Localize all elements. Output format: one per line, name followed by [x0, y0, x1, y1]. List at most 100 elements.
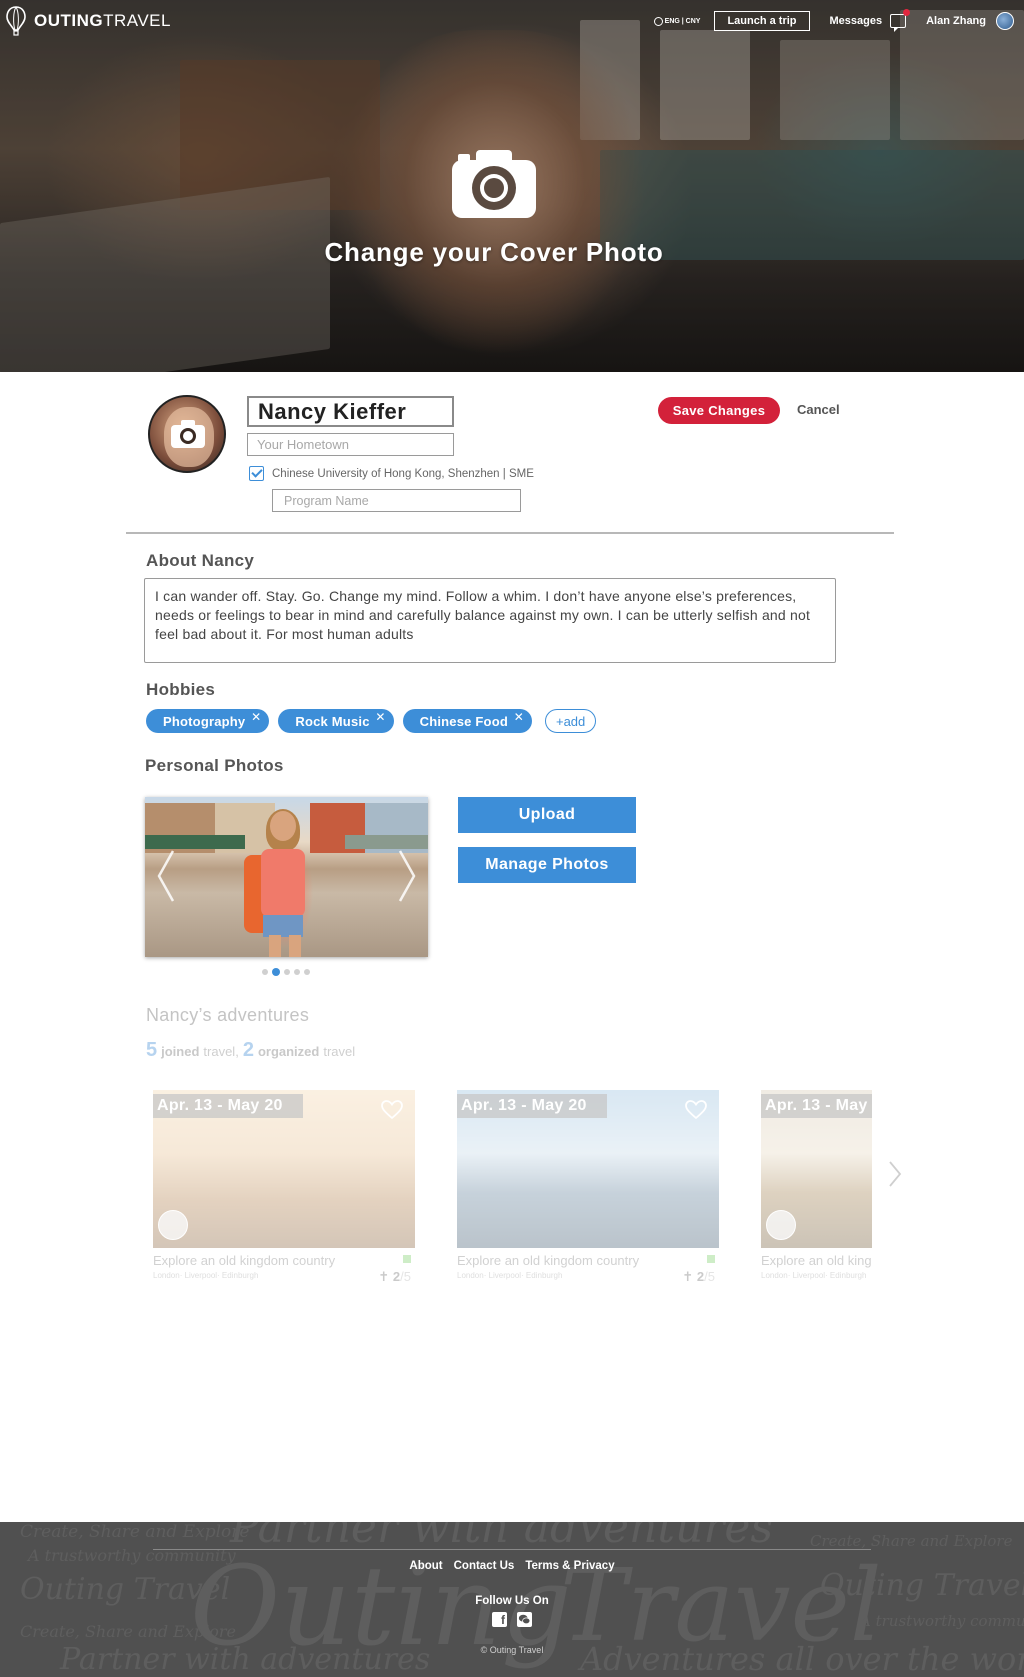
messages-link[interactable]: Messages [830, 15, 883, 27]
launch-trip-button[interactable]: Launch a trip [714, 11, 810, 31]
footer-divider [153, 1549, 871, 1550]
heart-icon[interactable] [381, 1100, 403, 1120]
joined-count: 5 [146, 1039, 158, 1061]
organized-suffix: travel [323, 1044, 356, 1059]
footer: Create, Share and Explore A trustworthy … [0, 1522, 1024, 1677]
school-row: Chinese University of Hong Kong, Shenzhe… [249, 466, 534, 481]
organized-label: organized [257, 1044, 320, 1059]
cards-next-icon[interactable] [888, 1160, 902, 1188]
personal-photos-title: Personal Photos [145, 756, 284, 775]
school-label: Chinese University of Hong Kong, Shenzhe… [272, 467, 534, 480]
footer-link-about[interactable]: About [409, 1560, 442, 1572]
section-divider [126, 532, 894, 534]
carousel-next-icon[interactable] [396, 847, 418, 905]
hobbies-list: Photography ✕ Rock Music ✕ Chinese Food … [146, 709, 597, 733]
card-title: Explore an old kingdom country [153, 1253, 336, 1268]
person-icon: ✝ [378, 1269, 393, 1284]
hobby-chip[interactable]: Chinese Food ✕ [402, 709, 532, 733]
footer-link-terms[interactable]: Terms & Privacy [525, 1560, 614, 1572]
carousel-dot[interactable] [284, 969, 290, 975]
card-date: Apr. 13 - May 20 [153, 1094, 303, 1118]
hobbies-title: Hobbies [146, 680, 216, 699]
wechat-icon[interactable] [517, 1612, 532, 1627]
hometown-input[interactable] [247, 433, 454, 456]
wechat-glyph-icon [518, 1614, 531, 1625]
hobby-label: Rock Music [295, 713, 370, 729]
card-title: Explore an old kingdom country [761, 1253, 872, 1268]
change-cover-photo[interactable]: Change your Cover Photo [0, 148, 988, 268]
save-changes-button[interactable]: Save Changes [658, 397, 780, 424]
status-indicator [707, 1255, 715, 1263]
adventures-title: Nancy’s adventures [146, 1005, 310, 1025]
card-route: London· Liverpool· Edinburgh [761, 1271, 867, 1280]
cancel-button[interactable]: Cancel [797, 402, 840, 417]
photo-subject [289, 935, 301, 957]
carousel-dot-active[interactable] [272, 968, 280, 976]
photo-subject [269, 935, 281, 957]
remove-hobby-icon[interactable]: ✕ [375, 710, 385, 724]
user-avatar[interactable] [996, 12, 1014, 30]
messages-icon[interactable] [890, 9, 911, 32]
photo-subject [270, 811, 296, 841]
balloon-logo-icon [6, 6, 26, 36]
carousel-dots [262, 968, 310, 976]
photo-subject [261, 849, 305, 917]
nav-right: ENG | CNY Launch a trip Messages Alan Zh… [653, 9, 1014, 32]
card-participants: ✝ 2/5 [378, 1269, 411, 1285]
remove-hobby-icon[interactable]: ✕ [251, 710, 261, 724]
about-title: About Nancy [146, 551, 255, 570]
carousel-dot[interactable] [294, 969, 300, 975]
profile-avatar[interactable] [148, 395, 226, 473]
about-textarea[interactable]: I can wander off. Stay. Go. Change my mi… [144, 578, 836, 663]
heart-icon[interactable] [685, 1100, 707, 1120]
adventure-card[interactable]: Apr. 13 - May 20 Explore an old kingdom … [758, 1090, 872, 1284]
carousel-prev-icon[interactable] [155, 847, 177, 905]
carousel-dot[interactable] [262, 969, 268, 975]
name-input[interactable] [247, 396, 454, 427]
upload-button[interactable]: Upload [458, 797, 636, 833]
footer-link-contact[interactable]: Contact Us [454, 1560, 515, 1572]
participant-total: /5 [704, 1269, 715, 1284]
school-checkbox[interactable] [249, 466, 264, 481]
joined-suffix: travel, [203, 1044, 239, 1059]
adventure-cards: Apr. 13 - May 20 Explore an old kingdom … [150, 1088, 872, 1288]
remove-hobby-icon[interactable]: ✕ [514, 710, 524, 724]
hobby-chip[interactable]: Photography ✕ [146, 709, 270, 733]
camera-icon [171, 420, 205, 448]
copyright: © Outing Travel [480, 1645, 544, 1655]
user-name[interactable]: Alan Zhang [926, 15, 986, 27]
footer-pattern-text: Create, Share and Explore [810, 1532, 1013, 1550]
brand-wordmark: OUTINGTRAVEL [34, 11, 171, 30]
person-icon: ✝ [682, 1269, 697, 1284]
cover-photo[interactable]: OUTINGTRAVEL ENG | CNY Launch a trip Mes… [0, 0, 1024, 372]
joined-label: joined [161, 1044, 200, 1059]
hobby-label: Chinese Food [419, 713, 508, 729]
adventure-card[interactable]: Apr. 13 - May 20 Explore an old kingdom … [454, 1090, 719, 1284]
card-route: London· Liverpool· Edinburgh [153, 1271, 259, 1280]
organizer-avatar [158, 1210, 188, 1240]
change-cover-label: Change your Cover Photo [324, 237, 664, 267]
manage-photos-button[interactable]: Manage Photos [458, 847, 636, 883]
follow-us-label: Follow Us On [475, 1595, 549, 1607]
globe-icon [653, 16, 663, 26]
photo-carousel[interactable] [145, 797, 428, 957]
organized-count: 2 [242, 1039, 254, 1061]
card-participants: ✝ 2/5 [682, 1269, 715, 1285]
footer-pattern-text: Create, Share and Explore [20, 1522, 250, 1542]
add-hobby-button[interactable]: +add [544, 709, 597, 733]
card-date: Apr. 13 - May 20 [457, 1094, 607, 1118]
card-date: Apr. 13 - May 20 [761, 1094, 872, 1118]
hobby-label: Photography [163, 713, 246, 729]
notification-dot [903, 9, 911, 16]
carousel-dot[interactable] [304, 969, 310, 975]
facebook-icon[interactable]: f [492, 1612, 507, 1627]
camera-icon [452, 150, 536, 218]
language-switcher[interactable]: ENG | CNY [653, 16, 700, 26]
program-name-input[interactable] [272, 489, 521, 512]
adventures-stats: 5 joined travel, 2 organized travel [146, 1039, 355, 1062]
status-indicator [403, 1255, 411, 1263]
brand-logo[interactable]: OUTINGTRAVEL [6, 6, 171, 36]
hobby-chip[interactable]: Rock Music ✕ [278, 709, 394, 733]
card-title: Explore an old kingdom country [457, 1253, 640, 1268]
adventure-card[interactable]: Apr. 13 - May 20 Explore an old kingdom … [150, 1090, 415, 1284]
